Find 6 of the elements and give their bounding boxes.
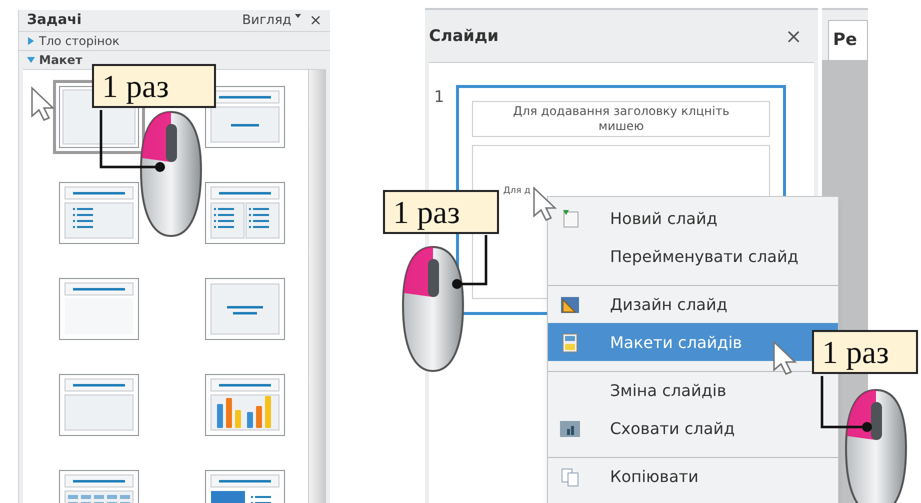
callout-label: 1 раз bbox=[383, 190, 499, 234]
body-text: Для д bbox=[503, 184, 530, 198]
panel-title: Задачі bbox=[27, 11, 82, 30]
callout-label: 1 раз bbox=[812, 330, 918, 374]
callout-label: 1 раз bbox=[92, 64, 216, 108]
panel-title: Слайди bbox=[429, 25, 499, 47]
